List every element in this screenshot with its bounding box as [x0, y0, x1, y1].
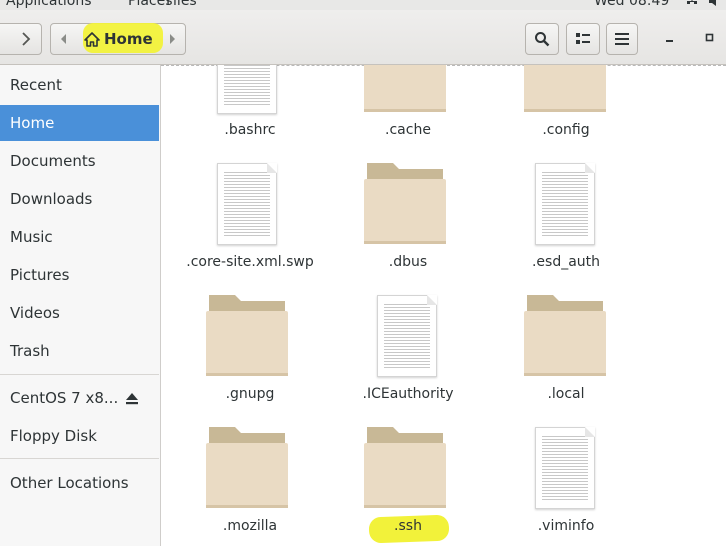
text-document-icon — [535, 427, 595, 509]
hamburger-menu-icon — [615, 33, 629, 45]
maximize-button[interactable] — [696, 24, 724, 52]
sidebar-item-label: CentOS 7 x8... — [10, 389, 119, 407]
sidebar-item-other-locations[interactable]: Other Locations — [0, 465, 159, 501]
sidebar-item-trash[interactable]: Trash — [0, 333, 159, 369]
sidebar-item-label: Pictures — [10, 266, 70, 284]
text-document-icon — [377, 295, 437, 377]
home-breadcrumb-label: Home — [104, 30, 153, 48]
places-sidebar: Recent Home Documents Downloads Music Pi… — [0, 65, 161, 546]
sidebar-item-home[interactable]: Home — [0, 105, 159, 141]
view-mode-button[interactable] — [566, 23, 600, 55]
file-name: .viminfo — [537, 518, 595, 534]
maximize-icon — [705, 33, 714, 42]
network-icon[interactable] — [686, 0, 698, 7]
system-top-bar: Applications Places Files Wed 08:49 — [0, 0, 726, 10]
file-name: .cache — [385, 122, 431, 138]
folder-icon — [364, 163, 446, 244]
sidebar-item-floppy-disk[interactable]: Floppy Disk — [0, 418, 159, 454]
sidebar-item-label: Trash — [10, 342, 50, 360]
sidebar-item-centos-disc[interactable]: CentOS 7 x8... — [0, 380, 159, 416]
sidebar-item-label: Recent — [10, 76, 62, 94]
text-document-icon — [217, 163, 277, 245]
sidebar-separator — [0, 458, 159, 459]
file-name: .bashrc — [224, 122, 276, 138]
sidebar-item-label: Documents — [10, 152, 96, 170]
text-document-icon — [217, 65, 277, 114]
home-icon — [84, 31, 100, 47]
sidebar-item-downloads[interactable]: Downloads — [0, 181, 159, 217]
folder-icon — [364, 65, 446, 112]
folder-icon — [206, 295, 288, 376]
sidebar-item-videos[interactable]: Videos — [0, 295, 159, 331]
file-name: .core-site.xml.swp — [186, 254, 314, 270]
minimize-button[interactable] — [656, 24, 684, 52]
volume-icon[interactable] — [708, 0, 720, 7]
file-name: .ICEauthority — [362, 386, 454, 402]
sidebar-item-label: Floppy Disk — [10, 427, 97, 445]
folder-icon — [364, 427, 446, 508]
chevron-right-icon — [22, 32, 31, 46]
file-name: .local — [547, 386, 585, 402]
sidebar-item-documents[interactable]: Documents — [0, 143, 159, 179]
sidebar-item-music[interactable]: Music — [0, 219, 159, 255]
forward-button[interactable] — [0, 23, 42, 55]
search-button[interactable] — [525, 23, 559, 55]
applications-menu[interactable]: Applications — [6, 0, 92, 9]
sidebar-item-label: Videos — [10, 304, 60, 322]
file-name: .config — [542, 122, 590, 138]
sidebar-item-pictures[interactable]: Pictures — [0, 257, 159, 293]
folder-icon — [524, 65, 606, 112]
minimize-icon — [666, 40, 673, 42]
triangle-right-icon — [170, 34, 175, 44]
clock[interactable]: Wed 08:49 — [594, 0, 669, 9]
sidebar-item-label: Downloads — [10, 190, 93, 208]
list-view-icon — [576, 33, 590, 44]
folder-icon — [206, 427, 288, 508]
file-name-ssh: .ssh — [394, 518, 422, 534]
menu-button[interactable] — [606, 23, 638, 55]
sidebar-item-label: Home — [10, 114, 55, 132]
sidebar-item-label: Other Locations — [10, 474, 129, 492]
triangle-left-icon — [61, 34, 66, 44]
sidebar-item-recent[interactable]: Recent — [0, 67, 159, 103]
file-name: .gnupg — [225, 386, 275, 402]
file-name: .mozilla — [222, 518, 278, 534]
text-document-icon — [535, 163, 595, 245]
path-scroll-left-button[interactable] — [51, 24, 77, 54]
eject-icon[interactable] — [125, 392, 139, 406]
file-name: .esd_auth — [531, 254, 601, 270]
folder-icon — [524, 295, 606, 376]
search-icon — [535, 32, 550, 47]
home-breadcrumb[interactable]: Home — [84, 24, 153, 54]
sidebar-item-label: Music — [10, 228, 53, 246]
file-name: .dbus — [388, 254, 428, 270]
file-icon-view: .bashrc .cache .config .core-site.xml.sw… — [161, 65, 726, 546]
files-menu[interactable]: Files — [166, 0, 197, 9]
sidebar-separator — [0, 374, 159, 375]
